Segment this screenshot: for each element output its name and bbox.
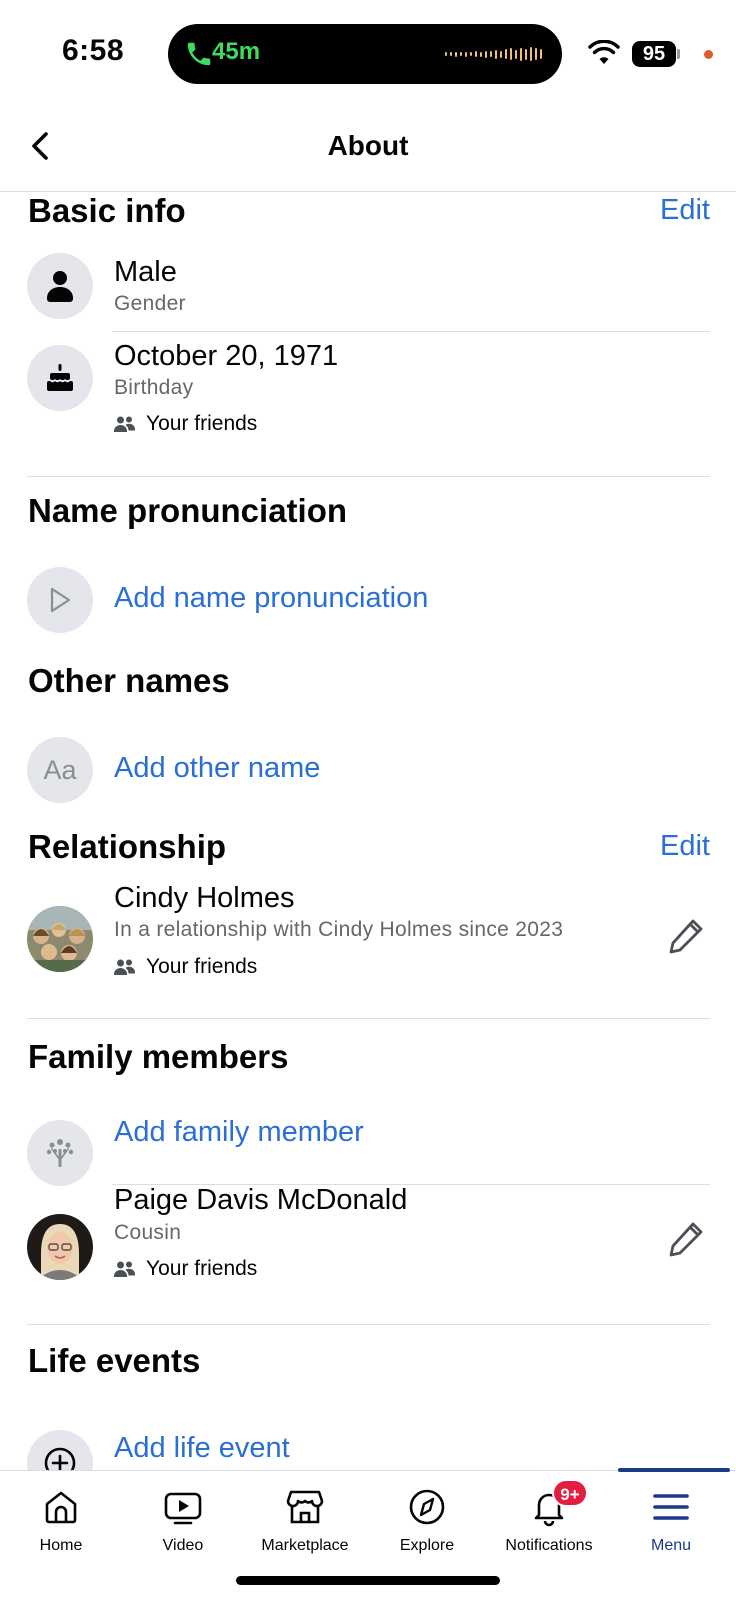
call-duration: 45m	[212, 38, 261, 65]
divider	[27, 1324, 710, 1325]
page-title: About	[327, 130, 409, 161]
birthday-icon-circle	[27, 345, 93, 411]
life-event-icon-circle[interactable]	[27, 1430, 93, 1470]
phone-icon	[187, 42, 211, 66]
nav-notifications[interactable]: 9+ Notifications	[488, 1471, 610, 1571]
battery-indicator: 95	[632, 41, 676, 67]
birthday-audience-label: Your friends	[146, 412, 258, 435]
play-icon	[50, 587, 71, 613]
play-icon-circle[interactable]	[27, 567, 93, 633]
audio-waveform-icon	[445, 44, 542, 64]
wifi-icon	[588, 40, 620, 64]
birthday-label: Birthday	[114, 376, 194, 399]
basic-info-title: Basic info	[28, 192, 186, 229]
menu-icon	[653, 1494, 689, 1520]
relationship-detail: In a relationship with Cindy Holmes sinc…	[114, 918, 564, 941]
add-name-pronunciation-link[interactable]: Add name pronunciation	[114, 582, 428, 615]
relationship-title: Relationship	[28, 828, 227, 865]
divider	[112, 331, 710, 332]
birthday-audience[interactable]: Your friends	[114, 412, 257, 436]
family-tree-icon	[46, 1139, 74, 1167]
nav-explore-label: Explore	[399, 1537, 455, 1554]
birthday-value: October 20, 1971	[114, 340, 339, 372]
video-icon	[164, 1492, 202, 1525]
friends-icon	[114, 1261, 135, 1277]
add-family-member-link[interactable]: Add family member	[114, 1116, 364, 1149]
edit-pencil-icon[interactable]	[666, 1219, 706, 1259]
call-indicator[interactable]: 45m	[168, 24, 562, 84]
add-circle-icon	[44, 1447, 76, 1470]
nav-notifications-label: Notifications	[505, 1537, 593, 1554]
family-member-avatar[interactable]	[27, 1214, 93, 1280]
recording-dot-icon	[704, 50, 713, 59]
nav-marketplace[interactable]: Marketplace	[244, 1471, 366, 1571]
relationship-audience[interactable]: Your friends	[114, 955, 257, 979]
status-bar: 6:58 45m 95	[0, 0, 736, 100]
gender-icon-circle	[27, 253, 93, 319]
gender-label: Gender	[114, 292, 186, 315]
nav-video-label: Video	[162, 1537, 204, 1554]
friends-icon	[114, 416, 135, 432]
page-header: About	[0, 100, 736, 192]
family-members-title: Family members	[28, 1038, 289, 1075]
home-icon	[45, 1491, 77, 1524]
nav-menu-label: Menu	[650, 1537, 692, 1554]
edit-pencil-icon[interactable]	[666, 916, 706, 956]
nav-menu[interactable]: Menu	[610, 1471, 732, 1571]
marketplace-icon	[286, 1490, 324, 1524]
nav-home[interactable]: Home	[0, 1471, 122, 1571]
battery-cap	[677, 49, 680, 59]
relationship-audience-label: Your friends	[146, 955, 258, 978]
person-photo-avatar	[27, 1214, 93, 1280]
group-photo-avatar	[27, 906, 93, 972]
status-time: 6:58	[62, 34, 125, 67]
friends-icon	[114, 959, 135, 975]
nav-home-label: Home	[39, 1537, 83, 1554]
home-indicator[interactable]	[236, 1576, 500, 1585]
family-member-audience-label: Your friends	[146, 1257, 258, 1280]
nav-video[interactable]: Video	[122, 1471, 244, 1571]
explore-icon	[409, 1489, 445, 1525]
gender-value: Male	[114, 256, 177, 288]
nav-explore[interactable]: Explore	[366, 1471, 488, 1571]
life-events-title: Life events	[28, 1342, 201, 1379]
person-icon	[47, 271, 73, 302]
family-member-relation: Cousin	[114, 1221, 182, 1244]
relationship-avatar[interactable]	[27, 906, 93, 972]
text-format-icon: Aa	[43, 754, 77, 785]
divider	[27, 1018, 710, 1019]
divider	[27, 476, 710, 477]
relationship-edit-button[interactable]: Edit	[660, 830, 710, 863]
other-name-icon-circle[interactable]: Aa	[27, 737, 93, 803]
name-pronunciation-title: Name pronunciation	[28, 492, 348, 529]
family-icon-circle[interactable]	[27, 1120, 93, 1186]
notifications-badge: 9+	[552, 1479, 588, 1507]
nav-marketplace-label: Marketplace	[261, 1537, 349, 1554]
birthday-cake-icon	[47, 364, 73, 391]
family-member-audience[interactable]: Your friends	[114, 1257, 257, 1281]
relationship-partner-name[interactable]: Cindy Holmes	[114, 882, 295, 915]
about-content[interactable]: Basic info Edit Male Gender October 20, …	[0, 192, 736, 1470]
basic-info-edit-button[interactable]: Edit	[660, 194, 710, 227]
family-member-name[interactable]: Paige Davis McDonald	[114, 1184, 407, 1217]
add-other-name-link[interactable]: Add other name	[114, 752, 320, 785]
other-names-title: Other names	[28, 662, 230, 699]
add-life-event-link[interactable]: Add life event	[114, 1432, 290, 1465]
